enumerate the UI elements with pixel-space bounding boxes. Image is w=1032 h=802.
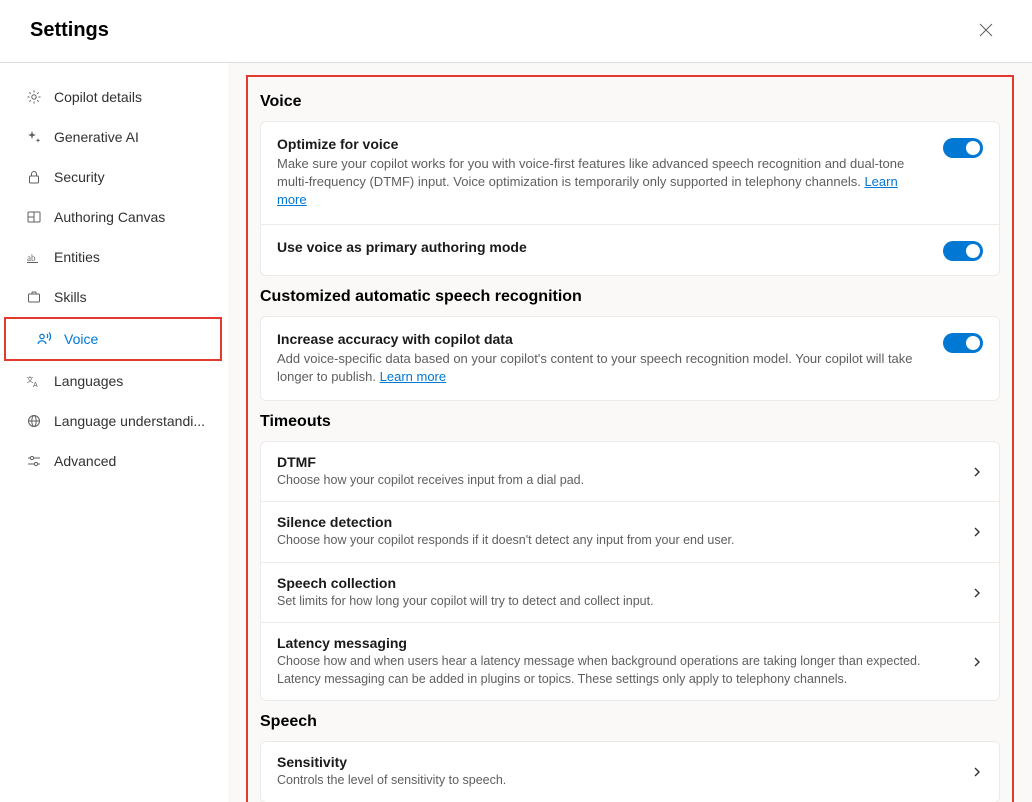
chevron-right-icon [971, 766, 983, 778]
highlight-annotation: Voice [4, 317, 222, 361]
setting-optimize-for-voice: Optimize for voice Make sure your copilo… [261, 122, 999, 224]
sidebar-item-voice[interactable]: Voice [18, 319, 208, 359]
lock-icon [26, 169, 42, 185]
setting-title: Optimize for voice [277, 136, 923, 152]
page-title: Settings [30, 19, 109, 42]
sparkle-icon [26, 129, 42, 145]
sidebar-item-copilot-details[interactable]: Copilot details [8, 77, 220, 117]
card-speech: Sensitivity Controls the level of sensit… [260, 741, 1000, 802]
expand-silence-detection[interactable]: Silence detection Choose how your copilo… [261, 501, 999, 562]
sidebar-item-security[interactable]: Security [8, 157, 220, 197]
expand-dtmf[interactable]: DTMF Choose how your copilot receives in… [261, 442, 999, 502]
expand-title: Speech collection [277, 575, 951, 591]
sidebar-item-label: Copilot details [54, 89, 142, 105]
expand-desc: Set limits for how long your copilot wil… [277, 593, 951, 611]
sidebar-item-label: Advanced [54, 453, 116, 469]
person-voice-icon [36, 331, 52, 347]
chevron-right-icon [971, 656, 983, 668]
section-title-speech: Speech [260, 713, 1000, 731]
setting-title: Increase accuracy with copilot data [277, 331, 923, 347]
briefcase-icon [26, 289, 42, 305]
close-button[interactable] [970, 14, 1002, 46]
chevron-right-icon [971, 587, 983, 599]
svg-text:A: A [33, 382, 38, 389]
sidebar-item-skills[interactable]: Skills [8, 277, 220, 317]
chevron-right-icon [971, 526, 983, 538]
expand-title: Sensitivity [277, 754, 951, 770]
card-voice: Optimize for voice Make sure your copilo… [260, 121, 1000, 276]
expand-desc: Choose how and when users hear a latency… [277, 653, 951, 688]
section-title-timeouts: Timeouts [260, 413, 1000, 431]
sidebar-item-label: Skills [54, 289, 87, 305]
toggle-primary-authoring[interactable] [943, 241, 983, 261]
sidebar-item-label: Entities [54, 249, 100, 265]
main-content: Voice Optimize for voice Make sure your … [228, 63, 1032, 802]
svg-text:ab: ab [27, 253, 36, 263]
setting-desc: Add voice-specific data based on your co… [277, 350, 923, 386]
layout-icon [26, 209, 42, 225]
translate-icon: 文A [26, 373, 42, 389]
sliders-icon [26, 453, 42, 469]
expand-title: Silence detection [277, 514, 951, 530]
toggle-optimize-for-voice[interactable] [943, 138, 983, 158]
sidebar-item-language-understanding[interactable]: Language understandi... [8, 401, 220, 441]
sidebar-item-generative-ai[interactable]: Generative AI [8, 117, 220, 157]
section-title-voice: Voice [260, 93, 1000, 111]
learn-more-link[interactable]: Learn more [380, 369, 446, 384]
sidebar-item-label: Voice [64, 331, 98, 347]
sidebar-nav: Copilot details Generative AI Security A… [0, 63, 228, 802]
expand-desc: Controls the level of sensitivity to spe… [277, 772, 951, 790]
sidebar-item-advanced[interactable]: Advanced [8, 441, 220, 481]
settings-header: Settings [0, 0, 1032, 63]
setting-title: Use voice as primary authoring mode [277, 239, 923, 255]
gear-icon [26, 89, 42, 105]
expand-sensitivity[interactable]: Sensitivity Controls the level of sensit… [261, 742, 999, 802]
globe-icon [26, 413, 42, 429]
expand-desc: Choose how your copilot receives input f… [277, 472, 951, 490]
sidebar-item-label: Generative AI [54, 129, 139, 145]
chevron-right-icon [971, 466, 983, 478]
expand-desc: Choose how your copilot responds if it d… [277, 532, 951, 550]
toggle-increase-accuracy[interactable] [943, 333, 983, 353]
sidebar-item-authoring-canvas[interactable]: Authoring Canvas [8, 197, 220, 237]
main-highlight-annotation: Voice Optimize for voice Make sure your … [246, 75, 1014, 802]
text-ab-icon: ab [26, 249, 42, 265]
sidebar-item-languages[interactable]: 文A Languages [8, 361, 220, 401]
sidebar-item-label: Languages [54, 373, 123, 389]
expand-speech-collection[interactable]: Speech collection Set limits for how lon… [261, 562, 999, 623]
card-timeouts: DTMF Choose how your copilot receives in… [260, 441, 1000, 702]
setting-increase-accuracy: Increase accuracy with copilot data Add … [261, 317, 999, 400]
sidebar-item-entities[interactable]: ab Entities [8, 237, 220, 277]
sidebar-item-label: Authoring Canvas [54, 209, 165, 225]
close-icon [979, 23, 993, 37]
expand-title: DTMF [277, 454, 951, 470]
section-title-asr: Customized automatic speech recognition [260, 288, 1000, 306]
card-asr: Increase accuracy with copilot data Add … [260, 316, 1000, 401]
setting-primary-authoring: Use voice as primary authoring mode [261, 224, 999, 275]
expand-latency-messaging[interactable]: Latency messaging Choose how and when us… [261, 622, 999, 700]
setting-desc: Make sure your copilot works for you wit… [277, 155, 923, 210]
sidebar-item-label: Language understandi... [54, 413, 205, 429]
expand-title: Latency messaging [277, 635, 951, 651]
sidebar-item-label: Security [54, 169, 105, 185]
